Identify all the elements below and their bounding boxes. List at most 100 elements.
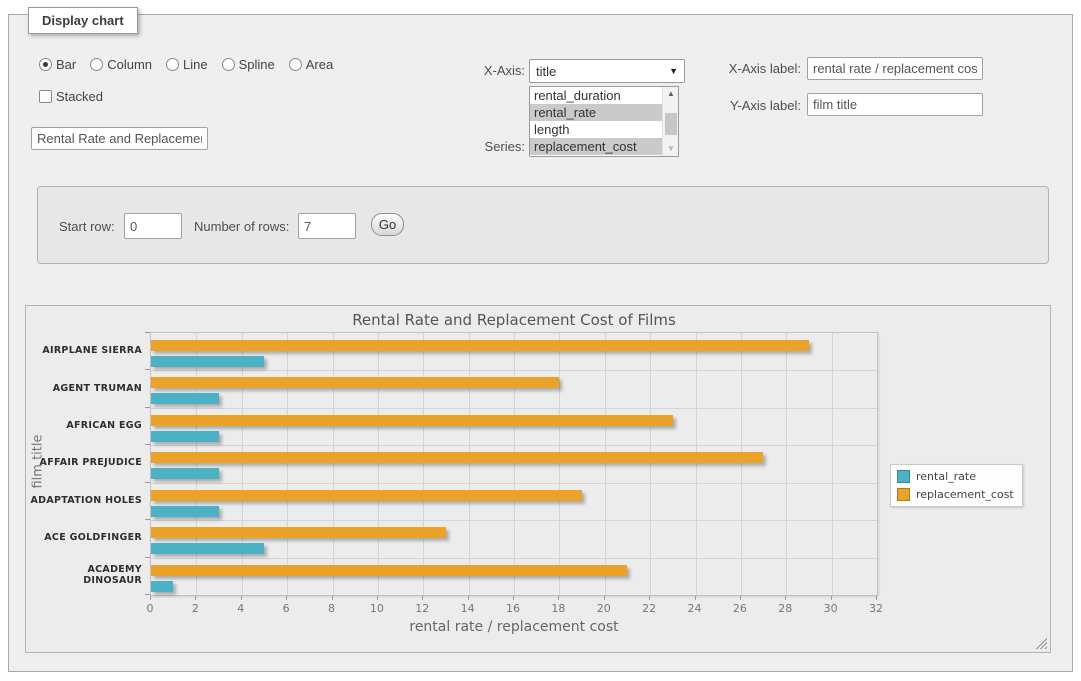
y-tick-mark — [145, 332, 150, 333]
legend-swatch — [897, 470, 910, 483]
x-tick-label: 24 — [678, 602, 712, 615]
chevron-down-icon: ▼ — [669, 66, 678, 76]
chart-type-label: Column — [107, 57, 152, 72]
gridline-horizontal — [151, 520, 877, 521]
x-axis-label-input[interactable] — [807, 57, 983, 80]
x-tick-label: 18 — [541, 602, 575, 615]
x-tick-mark — [695, 596, 696, 600]
x-tick-mark — [876, 596, 877, 600]
category-label: AIRPLANE SIERRA — [30, 332, 142, 369]
scroll-up-icon[interactable]: ▲ — [663, 87, 679, 101]
y-tick-mark — [145, 444, 150, 445]
x-tick-label: 4 — [224, 602, 258, 615]
bar-replacement_cost — [151, 565, 627, 576]
series-listbox[interactable]: rental_durationrental_ratelengthreplacem… — [529, 86, 679, 157]
x-tick-mark — [286, 596, 287, 600]
x-tick-label: 28 — [768, 602, 802, 615]
gridline-vertical — [333, 333, 334, 595]
x-tick-label: 32 — [859, 602, 893, 615]
x-tick-mark — [831, 596, 832, 600]
chart-type-label: Area — [306, 57, 333, 72]
radio-icon[interactable] — [39, 58, 52, 71]
gridline-vertical — [196, 333, 197, 595]
x-axis-select-label: X-Axis: — [471, 63, 525, 78]
bar-replacement_cost — [151, 377, 559, 388]
category-label: AFFAIR PREJUDICE — [30, 444, 142, 481]
scrollbar-thumb[interactable] — [665, 113, 677, 135]
legend-row: replacement_cost — [897, 488, 1014, 501]
bar-replacement_cost — [151, 527, 446, 538]
chart-type-option-line[interactable]: Line — [166, 57, 208, 72]
go-button[interactable]: Go — [371, 213, 404, 236]
radio-icon[interactable] — [222, 58, 235, 71]
x-axis-title: rental rate / replacement cost — [150, 619, 878, 635]
x-tick-label: 16 — [496, 602, 530, 615]
x-axis-select[interactable]: title ▼ — [529, 59, 685, 83]
gridline-vertical — [242, 333, 243, 595]
row-range-panel: Start row: Number of rows: Go — [37, 186, 1049, 264]
chart-type-option-spline[interactable]: Spline — [222, 57, 275, 72]
x-tick-mark — [241, 596, 242, 600]
x-tick-mark — [558, 596, 559, 600]
legend-swatch — [897, 488, 910, 501]
y-tick-mark — [145, 557, 150, 558]
chart-type-option-bar[interactable]: Bar — [39, 57, 76, 72]
gridline-vertical — [741, 333, 742, 595]
x-tick-label: 14 — [451, 602, 485, 615]
y-axis-label-input[interactable] — [807, 93, 983, 116]
bar-rental_rate — [151, 393, 219, 404]
display-chart-fieldset: BarColumnLineSplineArea Stacked X-Axis: … — [8, 14, 1073, 672]
chart-type-label: Line — [183, 57, 208, 72]
bar-replacement_cost — [151, 340, 809, 351]
chart-title: Rental Rate and Replacement Cost of Film… — [150, 311, 878, 329]
chart-type-option-column[interactable]: Column — [90, 57, 152, 72]
chart-type-radio-group: Bar Column Line Spline Area — [39, 57, 343, 72]
x-tick-mark — [740, 596, 741, 600]
bar-rental_rate — [151, 543, 264, 554]
bar-rental_rate — [151, 581, 173, 592]
x-tick-mark — [195, 596, 196, 600]
y-tick-mark — [145, 482, 150, 483]
radio-icon[interactable] — [166, 58, 179, 71]
chart-title-input[interactable] — [31, 127, 208, 150]
bar-replacement_cost — [151, 490, 582, 501]
stacked-checkbox[interactable] — [39, 90, 52, 103]
x-tick-label: 6 — [269, 602, 303, 615]
gridline-vertical — [832, 333, 833, 595]
bar-replacement_cost — [151, 452, 763, 463]
resize-grip-icon[interactable] — [1035, 637, 1047, 649]
category-label: AFRICAN EGG — [30, 407, 142, 444]
gridline-vertical — [696, 333, 697, 595]
category-label: ACADEMY DINOSAUR — [30, 557, 142, 594]
start-row-input[interactable] — [124, 213, 182, 239]
num-rows-input[interactable] — [298, 213, 356, 239]
listbox-scrollbar[interactable]: ▲ ▼ — [662, 87, 678, 156]
gridline-horizontal — [151, 558, 877, 559]
series-option[interactable]: rental_rate — [530, 104, 663, 121]
y-tick-mark — [145, 594, 150, 595]
radio-icon[interactable] — [90, 58, 103, 71]
display-chart-page: Display chart BarColumnLineSplineArea St… — [0, 0, 1081, 681]
gridline-horizontal — [151, 370, 877, 371]
radio-icon[interactable] — [289, 58, 302, 71]
bar-rental_rate — [151, 431, 219, 442]
gridline-vertical — [514, 333, 515, 595]
x-axis-label-label: X-Axis label: — [725, 61, 801, 76]
plot-grid — [150, 332, 878, 596]
gridline-horizontal — [151, 408, 877, 409]
scroll-down-icon[interactable]: ▼ — [663, 142, 679, 156]
chart-type-option-area[interactable]: Area — [289, 57, 333, 72]
series-option[interactable]: rental_duration — [530, 87, 663, 104]
category-label: ACE GOLDFINGER — [30, 519, 142, 556]
chart-type-label: Spline — [239, 57, 275, 72]
x-tick-label: 2 — [178, 602, 212, 615]
series-listbox-label: Series: — [479, 139, 525, 154]
series-option[interactable]: length — [530, 121, 663, 138]
legend-label: replacement_cost — [916, 488, 1014, 501]
x-tick-label: 30 — [814, 602, 848, 615]
gridline-vertical — [469, 333, 470, 595]
legend-label: rental_rate — [916, 470, 976, 483]
x-tick-label: 8 — [315, 602, 349, 615]
gridline-horizontal — [151, 483, 877, 484]
series-option[interactable]: replacement_cost — [530, 138, 663, 155]
